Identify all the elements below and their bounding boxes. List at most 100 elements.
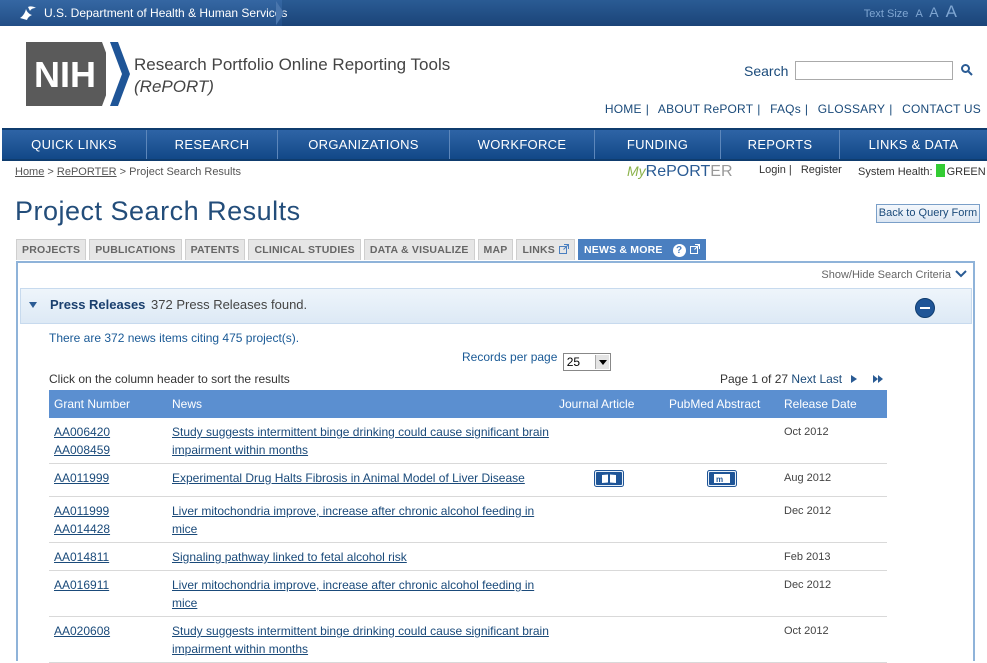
last-arrow-icon[interactable] (872, 372, 883, 386)
tab-publications[interactable]: PUBLICATIONS (89, 239, 182, 260)
expand-toggle-icon[interactable] (29, 302, 37, 308)
hhs-eagle-icon (20, 6, 36, 20)
release-date: Dec 2012 (779, 570, 887, 617)
records-per-page-label: Records per page (462, 350, 558, 364)
tab-news-more[interactable]: NEWS & MORE? (577, 239, 706, 260)
header-pubmed-abstract[interactable]: PubMed Abstract (664, 390, 779, 418)
external-link-icon (558, 244, 569, 254)
tab-patents[interactable]: PATENTS (184, 239, 246, 260)
page-title: Project Search Results (15, 196, 301, 226)
tab-projects[interactable]: PROJECTS (16, 239, 87, 260)
nav-reports[interactable]: REPORTS (721, 130, 840, 159)
text-size-medium[interactable]: A (929, 4, 938, 20)
back-to-query-button[interactable]: Back to Query Form (876, 204, 980, 223)
breadcrumb-home[interactable]: Home (15, 166, 44, 178)
top-links: HOME | ABOUT RePORT | FAQs | GLOSSARY | CONT… (604, 102, 981, 116)
svg-text:m: m (716, 475, 723, 484)
nav-research[interactable]: RESEARCH (147, 130, 278, 159)
login-link[interactable]: Login (759, 164, 786, 176)
nih-logo[interactable]: NIH (26, 42, 130, 106)
release-date: Oct 2012 (779, 418, 887, 464)
grant-link[interactable]: AA014811 (54, 548, 162, 566)
tab-map[interactable]: MAP (477, 239, 514, 260)
news-link[interactable]: Study suggests intermittent binge drinki… (172, 425, 549, 457)
news-cell: Experimental Drug Halts Fibrosis in Anim… (167, 463, 554, 497)
release-date: Aug 2012 (779, 463, 887, 497)
next-arrow-icon[interactable] (851, 375, 858, 383)
tab-publications-label: PUBLICATIONS (95, 244, 176, 256)
journal-article-icon[interactable] (594, 470, 624, 487)
grant-link[interactable]: AA008459 (54, 441, 162, 459)
nav-funding[interactable]: FUNDING (595, 130, 721, 159)
nav-quick-links[interactable]: QUICK LINKS (2, 130, 147, 159)
table-header-row: Grant Number News Journal Article PubMed… (49, 390, 887, 418)
header-release-date[interactable]: Release Date (779, 390, 887, 418)
news-link[interactable]: Liver mitochondria improve, increase aft… (172, 578, 534, 610)
account-links: Login | Register (759, 164, 842, 176)
section-count: 372 Press Releases found. (151, 297, 308, 312)
grant-link[interactable]: AA014428 (54, 520, 162, 538)
journal-cell (554, 616, 664, 663)
header-journal-article[interactable]: Journal Article (554, 390, 664, 418)
collapse-minus-icon[interactable] (915, 298, 935, 318)
top-link-about[interactable]: ABOUT RePORT (658, 102, 753, 116)
table-row: AA006420 AA008459 Study suggests intermi… (49, 418, 887, 464)
search-icon[interactable] (960, 63, 974, 77)
tab-clinical-studies[interactable]: CLINICAL STUDIES (248, 239, 361, 260)
grant-link[interactable]: AA020608 (54, 622, 162, 640)
header-grant-number[interactable]: Grant Number (49, 390, 167, 418)
external-link-icon (689, 244, 700, 254)
hhs-department-link[interactable]: U.S. Department of Health & Human Servic… (44, 6, 287, 20)
news-link[interactable]: Experimental Drug Halts Fibrosis in Anim… (172, 471, 525, 485)
records-per-page: Records per page 25 (462, 350, 611, 371)
release-date: Oct 2012 (779, 616, 887, 663)
top-link-home[interactable]: HOME (605, 102, 642, 116)
register-link[interactable]: Register (801, 164, 842, 176)
grant-link[interactable]: AA011999 (54, 502, 162, 520)
top-link-faqs[interactable]: FAQs (770, 102, 801, 116)
sort-hint: Click on the column header to sort the r… (49, 372, 290, 386)
tab-data-visualize-label: DATA & VISUALIZE (369, 244, 469, 256)
header-news[interactable]: News (167, 390, 554, 418)
system-health-label: System Health: (858, 166, 933, 178)
news-link[interactable]: Signaling pathway linked to fetal alcoho… (172, 550, 407, 564)
pager-last-link[interactable]: Last (819, 372, 842, 386)
dropdown-arrow-icon (594, 355, 609, 369)
press-releases-header: Press Releases 372 Press Releases found. (20, 288, 972, 324)
grant-cell: AA020608 (49, 616, 167, 663)
pubmed-cell (664, 542, 779, 571)
myreporter-my: My (627, 163, 646, 179)
text-size-large[interactable]: A (946, 2, 957, 21)
grant-link[interactable]: AA016911 (54, 576, 162, 594)
system-health-indicator (935, 164, 945, 177)
records-per-page-select[interactable]: 25 (562, 353, 611, 371)
help-icon[interactable]: ? (672, 244, 686, 257)
site-title[interactable]: Research Portfolio Online Reporting Tool… (134, 54, 450, 98)
news-link[interactable]: Liver mitochondria improve, increase aft… (172, 504, 534, 536)
top-link-contact[interactable]: CONTACT US (902, 102, 981, 116)
news-cell: Study suggests intermittent binge drinki… (167, 418, 554, 464)
nav-links-data[interactable]: LINKS & DATA (840, 130, 987, 159)
grant-link[interactable]: AA011999 (54, 469, 162, 487)
grant-link[interactable]: AA006420 (54, 423, 162, 441)
tab-clinical-studies-label: CLINICAL STUDIES (254, 244, 355, 256)
show-hide-criteria[interactable]: Show/Hide Search Criteria (821, 269, 967, 281)
tab-links[interactable]: LINKS (516, 239, 575, 260)
nav-organizations[interactable]: ORGANIZATIONS (278, 130, 450, 159)
tab-patents-label: PATENTS (190, 244, 240, 256)
nih-logo-text: NIH (34, 54, 96, 95)
myreporter-er: ER (710, 163, 733, 180)
nav-workforce[interactable]: WORKFORCE (450, 130, 595, 159)
news-link[interactable]: Study suggests intermittent binge drinki… (172, 624, 549, 656)
myreporter-logo[interactable]: MyRePORTER (627, 163, 733, 181)
hhs-banner[interactable]: U.S. Department of Health & Human Servic… (0, 0, 287, 26)
text-size-small[interactable]: A (915, 8, 922, 20)
search-input[interactable] (795, 61, 953, 80)
tab-data-visualize[interactable]: DATA & VISUALIZE (363, 239, 475, 260)
site-title-line2: (RePORT) (134, 77, 214, 96)
pager-next-link[interactable]: Next (791, 372, 816, 386)
top-link-glossary[interactable]: GLOSSARY (818, 102, 885, 116)
tab-projects-label: PROJECTS (22, 244, 81, 256)
breadcrumb-reporter[interactable]: RePORTER (57, 166, 117, 178)
pubmed-abstract-icon[interactable]: m (706, 470, 737, 487)
